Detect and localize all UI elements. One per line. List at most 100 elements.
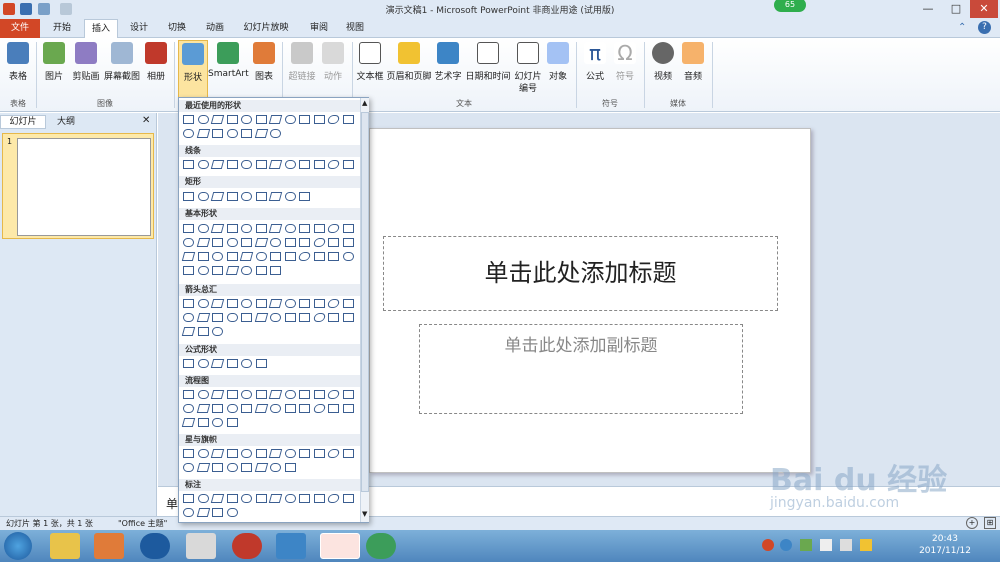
shape-item[interactable]: [270, 252, 281, 261]
shape-item[interactable]: [342, 390, 354, 399]
shape-item[interactable]: [284, 299, 296, 308]
shape-item[interactable]: [210, 160, 225, 169]
shape-item[interactable]: [181, 327, 196, 336]
zoom-in-icon[interactable]: +: [966, 517, 978, 529]
shape-item[interactable]: [342, 313, 354, 322]
clipart-button[interactable]: 剪贴画: [70, 40, 102, 98]
tray-volume-icon[interactable]: [840, 539, 852, 551]
shape-item[interactable]: [342, 160, 354, 169]
browser-icon[interactable]: [366, 533, 396, 559]
shape-item[interactable]: [183, 129, 194, 138]
tab-home[interactable]: 开始: [44, 19, 80, 38]
shape-item[interactable]: [255, 390, 267, 399]
shape-item[interactable]: [268, 390, 283, 399]
hyperlink-button[interactable]: 超链接: [286, 40, 318, 98]
shape-item[interactable]: [210, 359, 225, 368]
shape-item[interactable]: [212, 327, 223, 336]
shape-item[interactable]: [226, 494, 238, 503]
media-player-icon[interactable]: [94, 533, 124, 559]
equation-button[interactable]: π 公式: [580, 40, 610, 98]
shape-item[interactable]: [241, 115, 252, 124]
scroll-up-icon[interactable]: ▲: [362, 99, 367, 107]
title-placeholder[interactable]: 单击此处添加标题: [383, 236, 778, 311]
shape-item[interactable]: [183, 359, 194, 368]
shape-item[interactable]: [328, 252, 339, 261]
shape-item[interactable]: [270, 463, 281, 472]
shape-item[interactable]: [299, 313, 310, 322]
tab-view[interactable]: 视图: [338, 19, 372, 38]
shape-item[interactable]: [326, 390, 341, 399]
ribbon-collapse-icon[interactable]: ⌃: [958, 22, 966, 33]
shape-item[interactable]: [299, 404, 310, 413]
shape-item[interactable]: [226, 418, 238, 427]
shape-item[interactable]: [196, 508, 210, 517]
close-button[interactable]: ✕: [970, 0, 998, 18]
explorer-icon[interactable]: [50, 533, 80, 559]
tray-app-icon[interactable]: [860, 539, 872, 551]
shape-item[interactable]: [255, 115, 267, 124]
gallery-scrollbar[interactable]: ▲ ▼: [360, 98, 369, 522]
tab-file[interactable]: 文件: [0, 19, 40, 38]
shape-item[interactable]: [197, 494, 209, 503]
shape-item[interactable]: [226, 224, 238, 233]
shape-item[interactable]: [284, 192, 296, 201]
shape-item[interactable]: [183, 404, 194, 413]
tab-slides[interactable]: 幻灯片: [0, 115, 46, 129]
shape-item[interactable]: [313, 449, 325, 458]
shape-item[interactable]: [268, 449, 283, 458]
shape-item[interactable]: [241, 129, 252, 138]
help-icon[interactable]: ?: [978, 21, 991, 34]
shape-item[interactable]: [241, 299, 252, 308]
shape-item[interactable]: [342, 494, 354, 503]
shape-item[interactable]: [197, 359, 209, 368]
shape-item[interactable]: [241, 404, 252, 413]
slide-canvas[interactable]: 单击此处添加标题 单击此处添加副标题: [369, 128, 811, 473]
shape-item[interactable]: [226, 463, 238, 472]
shape-item[interactable]: [313, 252, 325, 261]
shape-item[interactable]: [212, 252, 223, 261]
tray-security-icon[interactable]: [800, 539, 812, 551]
shape-item[interactable]: [270, 129, 281, 138]
shape-item[interactable]: [284, 463, 296, 472]
shape-item[interactable]: [342, 252, 354, 261]
shape-item[interactable]: [255, 359, 267, 368]
shape-item[interactable]: [241, 449, 252, 458]
shape-item[interactable]: [299, 390, 310, 399]
shape-item[interactable]: [270, 238, 281, 247]
shape-item[interactable]: [326, 115, 341, 124]
shape-item[interactable]: [299, 224, 310, 233]
shape-item[interactable]: [254, 129, 268, 138]
video-app-icon[interactable]: [232, 533, 262, 559]
shape-item[interactable]: [342, 404, 354, 413]
tray-sogou-icon[interactable]: [762, 539, 774, 551]
tab-review[interactable]: 审阅: [302, 19, 336, 38]
shape-item[interactable]: [197, 192, 209, 201]
shape-item[interactable]: [183, 192, 194, 201]
shape-item[interactable]: [212, 508, 223, 517]
shape-item[interactable]: [212, 129, 223, 138]
shape-item[interactable]: [313, 390, 325, 399]
shape-item[interactable]: [299, 238, 310, 247]
screenshot-button[interactable]: 屏幕截图: [102, 40, 142, 98]
object-button[interactable]: 对象: [544, 40, 572, 98]
shape-item[interactable]: [183, 313, 194, 322]
tab-animations[interactable]: 动画: [198, 19, 232, 38]
tab-insert[interactable]: 插入: [84, 19, 118, 39]
shape-item[interactable]: [342, 238, 354, 247]
shape-item[interactable]: [212, 463, 223, 472]
shape-item[interactable]: [197, 115, 209, 124]
shape-item[interactable]: [183, 266, 194, 275]
shape-item[interactable]: [299, 299, 310, 308]
shape-item[interactable]: [241, 359, 252, 368]
shape-item[interactable]: [225, 266, 239, 275]
video-button[interactable]: 视频: [648, 40, 678, 98]
table-button[interactable]: 表格: [4, 40, 32, 98]
shape-item[interactable]: [254, 404, 268, 413]
shapes-button[interactable]: 形状: [178, 40, 208, 98]
shape-item[interactable]: [196, 129, 210, 138]
shape-item[interactable]: [328, 313, 339, 322]
scroll-down-icon[interactable]: ▼: [362, 510, 367, 518]
shape-item[interactable]: [226, 404, 238, 413]
shape-item[interactable]: [342, 449, 354, 458]
shape-item[interactable]: [328, 404, 339, 413]
